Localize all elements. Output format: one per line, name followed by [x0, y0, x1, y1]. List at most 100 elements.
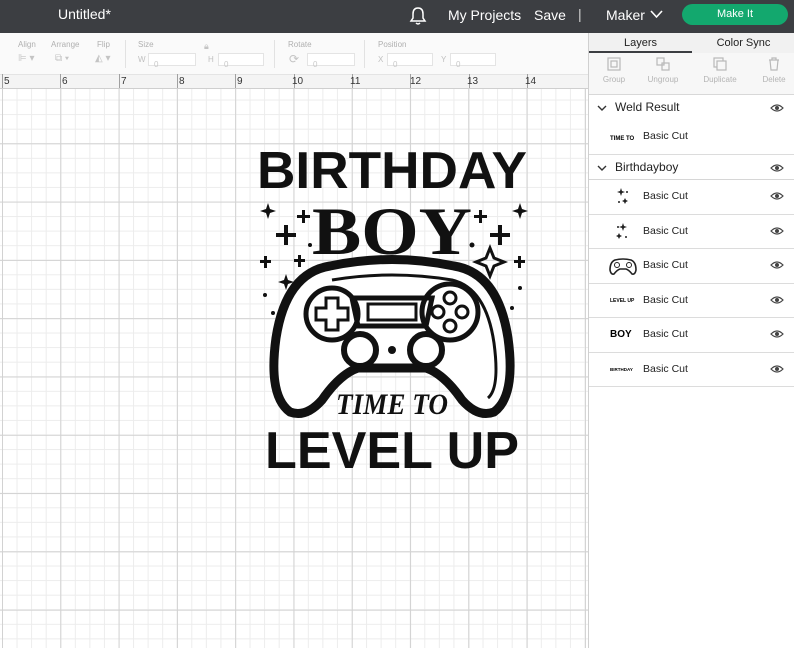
layer-group-name: Weld Result: [615, 100, 680, 114]
ungroup-button[interactable]: Ungroup: [638, 56, 688, 84]
align-label: Align: [18, 40, 36, 49]
rotate-label: Rotate: [288, 40, 312, 49]
layer-group-weld-result[interactable]: Weld Result: [589, 95, 794, 121]
ruler-number: 9: [237, 76, 243, 87]
align-icon[interactable]: ⊫ ▾: [18, 53, 35, 64]
layer-tools: Group Ungroup Duplicate Delete: [589, 53, 794, 95]
rotate-input[interactable]: 0: [307, 53, 355, 69]
chevron-down-icon[interactable]: [650, 9, 663, 19]
project-title[interactable]: Untitled*: [58, 6, 111, 22]
divider: [364, 40, 365, 68]
panel-tabs: Layers Color Sync: [589, 33, 794, 53]
layer-operation: Basic Cut: [643, 225, 688, 237]
time-to-thumbnail: TIME TO: [610, 136, 635, 142]
layer-operation: Basic Cut: [643, 294, 688, 306]
x-input[interactable]: 0: [387, 53, 433, 69]
ruler-tick: [60, 74, 61, 88]
tab-color-sync[interactable]: Color Sync: [692, 33, 794, 53]
y-input[interactable]: 0: [450, 53, 496, 69]
eye-icon[interactable]: [770, 226, 784, 236]
eye-icon[interactable]: [770, 295, 784, 305]
tab-layers[interactable]: Layers: [589, 33, 692, 53]
height-label: H: [208, 55, 214, 64]
x-label: X: [378, 55, 384, 64]
ungroup-icon: [656, 57, 670, 71]
width-label: W: [138, 55, 146, 64]
layer-operation: Basic Cut: [643, 259, 688, 271]
chevron-down-icon[interactable]: [597, 104, 607, 112]
divider: [274, 40, 275, 68]
arrange-label: Arrange: [51, 40, 80, 49]
ruler-number: 8: [179, 76, 185, 87]
ruler-number: 7: [121, 76, 127, 87]
stars-icon: [617, 188, 628, 204]
y-label: Y: [441, 55, 447, 64]
ruler-tick: [119, 74, 120, 88]
ruler-number: 11: [350, 76, 361, 87]
duplicate-button[interactable]: Duplicate: [695, 56, 745, 84]
rotate-icon[interactable]: ⟳: [289, 52, 299, 66]
save-button[interactable]: Save: [534, 7, 566, 23]
layer-group-name: Birthdayboy: [615, 160, 679, 174]
bell-icon[interactable]: [409, 6, 427, 26]
layer-item[interactable]: TIME TO Basic Cut: [589, 121, 794, 155]
eye-icon[interactable]: [770, 260, 784, 270]
layer-item[interactable]: LEVEL UP Basic Cut: [589, 284, 794, 318]
birthday-boy-design[interactable]: BIRTHDAY BOY TIME TO LEVEL UP: [250, 138, 535, 473]
width-input[interactable]: 0: [148, 53, 196, 69]
trash-icon: [769, 57, 779, 71]
my-projects-link[interactable]: My Projects: [448, 7, 521, 23]
ruler-tick: [235, 74, 236, 88]
layer-operation: Basic Cut: [643, 328, 688, 340]
controller-icon: [609, 258, 637, 275]
height-input[interactable]: 0: [218, 53, 264, 69]
ruler-number: 12: [410, 76, 422, 87]
eye-icon[interactable]: [770, 364, 784, 374]
ruler-number: 6: [62, 76, 68, 87]
horizontal-ruler: 5 6 7 8 9 10 11 12 13 14: [0, 74, 588, 89]
layer-item[interactable]: Basic Cut: [589, 180, 794, 215]
layer-operation: Basic Cut: [643, 190, 688, 202]
time-to-text: TIME TO: [336, 388, 448, 421]
group-button[interactable]: Group: [589, 56, 639, 84]
layer-item[interactable]: Basic Cut: [589, 249, 794, 284]
ruler-tick: [2, 74, 3, 88]
eye-icon[interactable]: [770, 103, 784, 113]
divider: [125, 40, 126, 68]
birthday-text: BIRTHDAY: [257, 142, 527, 200]
layer-group-birthdayboy[interactable]: Birthdayboy: [589, 155, 794, 180]
chevron-down-icon[interactable]: [597, 164, 607, 172]
delete-button[interactable]: Delete: [749, 56, 794, 84]
duplicate-icon: [713, 57, 727, 71]
eye-icon[interactable]: [770, 329, 784, 339]
lock-icon[interactable]: 🔒︎: [204, 41, 209, 52]
topbar-divider: |: [578, 6, 582, 22]
boy-thumbnail: BOY: [610, 329, 632, 340]
size-label: Size: [138, 40, 154, 49]
eye-icon[interactable]: [770, 191, 784, 201]
stars-icon: [616, 223, 627, 239]
layers-panel: Layers Color Sync Group Ungroup Duplicat…: [588, 33, 794, 648]
position-label: Position: [378, 40, 407, 49]
level-up-thumbnail: LEVEL UP: [610, 298, 635, 304]
ruler-number: 14: [525, 76, 537, 87]
layer-operation: Basic Cut: [643, 363, 688, 375]
ruler-number: 5: [4, 76, 10, 87]
arrange-icon[interactable]: ⧉ ▾: [55, 53, 69, 64]
flip-icon[interactable]: ◭ ▾: [95, 53, 111, 64]
eye-icon[interactable]: [770, 163, 784, 173]
ruler-number: 10: [292, 76, 304, 87]
layer-item[interactable]: BIRTHDAY Basic Cut: [589, 353, 794, 387]
top-bar: Untitled* My Projects Save | Maker Make …: [0, 0, 794, 33]
layer-item[interactable]: Basic Cut: [589, 215, 794, 249]
level-up-text: LEVEL UP: [265, 422, 519, 473]
flip-label: Flip: [97, 40, 110, 49]
ruler-tick: [177, 74, 178, 88]
layer-operation: Basic Cut: [643, 130, 688, 142]
layer-item[interactable]: BOY Basic Cut: [589, 318, 794, 353]
make-it-button[interactable]: Make It: [682, 4, 788, 25]
ruler-number: 13: [467, 76, 479, 87]
machine-selector[interactable]: Maker: [606, 7, 645, 23]
birthday-thumbnail: BIRTHDAY: [610, 367, 633, 372]
group-icon: [607, 57, 621, 71]
